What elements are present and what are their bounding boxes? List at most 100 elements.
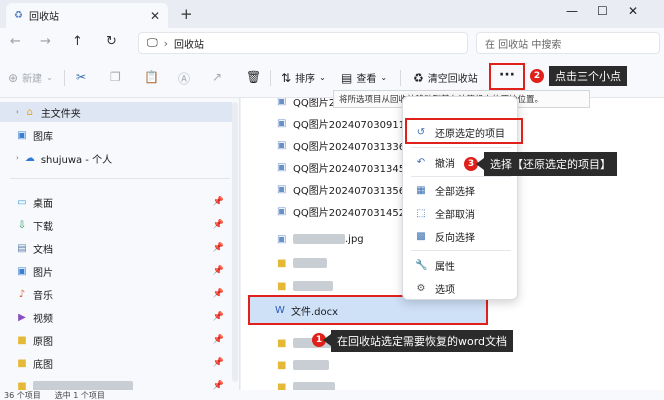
pin-icon[interactable]: 📌 xyxy=(213,243,224,253)
sidebar-item-label: 底图 xyxy=(33,359,53,371)
sidebar-scrollbar[interactable] xyxy=(232,102,238,382)
image-file-icon: ▣ xyxy=(277,98,287,107)
recycle-bin-icon: ♻ xyxy=(14,10,23,21)
sidebar-item-folder[interactable]: ■ 原图 📌 xyxy=(0,330,232,350)
title-bar: ♻ 回收站 ✕ + — ☐ ✕ xyxy=(0,0,664,28)
sidebar-item-label: 桌面 xyxy=(33,198,53,210)
folder-icon: ■ xyxy=(17,357,27,369)
up-arrow-icon[interactable]: ↑ xyxy=(72,34,83,49)
pin-icon[interactable]: 📌 xyxy=(213,220,224,230)
paste-icon[interactable]: 📋 xyxy=(144,70,159,84)
blurred-folder-name xyxy=(293,360,329,370)
view-label: 查看 xyxy=(356,74,377,85)
share-icon[interactable]: ↗ xyxy=(212,70,222,84)
address-input[interactable]: 🖵 › 回收站 xyxy=(138,32,468,54)
sidebar-item-gallery[interactable]: ▣ 图库 xyxy=(0,125,232,145)
new-button[interactable]: ⊕ 新建 ⌄ xyxy=(8,70,53,86)
pin-icon[interactable]: 📌 xyxy=(213,197,224,207)
empty-recycle-bin-button[interactable]: ♻ 清空回收站 xyxy=(413,70,478,86)
status-bar: 36 个项目 选中 1 个项目 xyxy=(0,390,664,400)
image-file-icon: ▣ xyxy=(277,117,287,129)
sidebar-item-documents[interactable]: ▤ 文档 📌 xyxy=(0,238,232,258)
sidebar-item-label: 原图 xyxy=(33,336,53,348)
menu-item-options[interactable]: ⚙ 选项 xyxy=(407,277,515,299)
menu-item-select-all[interactable]: ▦ 全部选择 xyxy=(407,179,515,201)
search-input[interactable]: 在 回收站 中搜索 xyxy=(476,32,660,54)
empty-bin-label: 清空回收站 xyxy=(427,74,478,85)
menu-item-select-none[interactable]: ⬚ 全部取消 xyxy=(407,202,515,224)
menu-item-label: 全部选择 xyxy=(435,186,475,198)
tab-title: 回收站 xyxy=(28,12,59,23)
sidebar-item-downloads[interactable]: ⇩ 下载 📌 xyxy=(0,215,232,235)
pin-icon[interactable]: 📌 xyxy=(213,312,224,322)
sort-button[interactable]: ⇅ 排序 ⌄ xyxy=(281,70,326,86)
sidebar-item-videos[interactable]: ▶ 视频 📌 xyxy=(0,307,232,327)
rename-icon[interactable]: Ⓐ xyxy=(178,70,190,87)
pictures-icon: ▣ xyxy=(17,265,27,277)
annotation-badge: 2 xyxy=(530,69,544,83)
search-placeholder: 在 回收站 中搜索 xyxy=(485,39,562,51)
close-tab-icon[interactable]: ✕ xyxy=(150,9,160,23)
monitor-icon: 🖵 xyxy=(147,36,158,49)
maximize-button[interactable]: ☐ xyxy=(597,4,608,18)
image-file-icon: ▣ xyxy=(277,139,287,151)
cut-icon[interactable]: ✂ xyxy=(76,70,86,84)
gear-icon: ⚙ xyxy=(416,282,426,294)
delete-icon[interactable]: 🗑 xyxy=(246,70,261,84)
sidebar-item-desktop[interactable]: ▭ 桌面 📌 xyxy=(0,192,232,212)
menu-divider xyxy=(411,176,511,177)
view-icon: ▤ xyxy=(341,70,353,85)
list-item[interactable]: ■ xyxy=(241,376,664,390)
tab-recycle-bin[interactable]: ♻ 回收站 ✕ xyxy=(6,3,168,28)
forward-arrow-icon[interactable]: → xyxy=(40,34,51,49)
sidebar-item-folder[interactable]: ■ 📌 xyxy=(0,376,232,390)
pin-icon[interactable]: 📌 xyxy=(213,335,224,345)
selected-count: 选中 1 个项目 xyxy=(54,390,105,400)
item-count: 36 个项目 xyxy=(4,390,41,400)
menu-item-label: 撤消 xyxy=(435,158,455,170)
copy-icon[interactable]: ❐ xyxy=(110,70,121,84)
sidebar-item-label: 图片 xyxy=(33,267,53,279)
select-all-icon: ▦ xyxy=(416,184,426,196)
properties-icon: 🔧 xyxy=(415,259,428,271)
annotation-label: 在回收站选定需要恢复的word文档 xyxy=(331,330,514,352)
file-name: 文件.docx xyxy=(291,307,339,318)
image-file-icon: ▣ xyxy=(277,233,287,245)
image-file-icon: ▣ xyxy=(277,183,287,195)
pin-icon[interactable]: 📌 xyxy=(213,266,224,276)
menu-item-invert-selection[interactable]: ▩ 反向选择 xyxy=(407,225,515,247)
list-item[interactable]: ■ xyxy=(241,354,664,376)
annotation-label: 点击三个小点 xyxy=(549,66,627,86)
sidebar-item-folder[interactable]: ■ 底图 📌 xyxy=(0,353,232,373)
menu-item-label: 反向选择 xyxy=(435,232,475,244)
pin-icon[interactable]: 📌 xyxy=(213,358,224,368)
pin-icon[interactable]: 📌 xyxy=(213,381,224,390)
blurred-folder-name xyxy=(293,258,327,268)
menu-divider xyxy=(411,147,511,148)
view-button[interactable]: ▤ 查看 ⌄ xyxy=(341,70,387,86)
back-arrow-icon[interactable]: ← xyxy=(10,34,21,49)
close-window-button[interactable]: ✕ xyxy=(628,4,638,18)
menu-item-label: 选项 xyxy=(435,284,455,296)
toolbar-divider xyxy=(270,70,271,86)
pin-icon[interactable]: 📌 xyxy=(213,289,224,299)
sidebar-item-music[interactable]: ♪ 音乐 📌 xyxy=(0,284,232,304)
folder-icon: ■ xyxy=(277,381,287,391)
sidebar-item-onedrive[interactable]: › ☁ shujuwa - 个人 xyxy=(0,148,232,168)
invert-selection-icon: ▩ xyxy=(416,230,426,242)
minimize-button[interactable]: — xyxy=(566,4,578,18)
sidebar-item-home[interactable]: › ⌂ 主文件夹 xyxy=(0,102,232,122)
menu-item-properties[interactable]: 🔧 属性 xyxy=(407,254,515,276)
new-tab-button[interactable]: + xyxy=(180,5,193,23)
chevron-right-icon: › xyxy=(16,154,19,162)
sidebar-item-label: 音乐 xyxy=(33,290,53,302)
sidebar-item-pictures[interactable]: ▣ 图片 📌 xyxy=(0,261,232,281)
more-options-button[interactable]: ··· xyxy=(489,63,525,90)
refresh-icon[interactable]: ↻ xyxy=(106,34,117,49)
desktop-icon: ▭ xyxy=(17,196,27,208)
select-none-icon: ⬚ xyxy=(416,207,426,219)
annotation-arrow xyxy=(323,334,331,346)
folder-icon: ■ xyxy=(17,334,27,346)
annotation-label: 选择【还原选定的项目】 xyxy=(484,152,617,176)
new-label: 新建 xyxy=(22,74,43,85)
